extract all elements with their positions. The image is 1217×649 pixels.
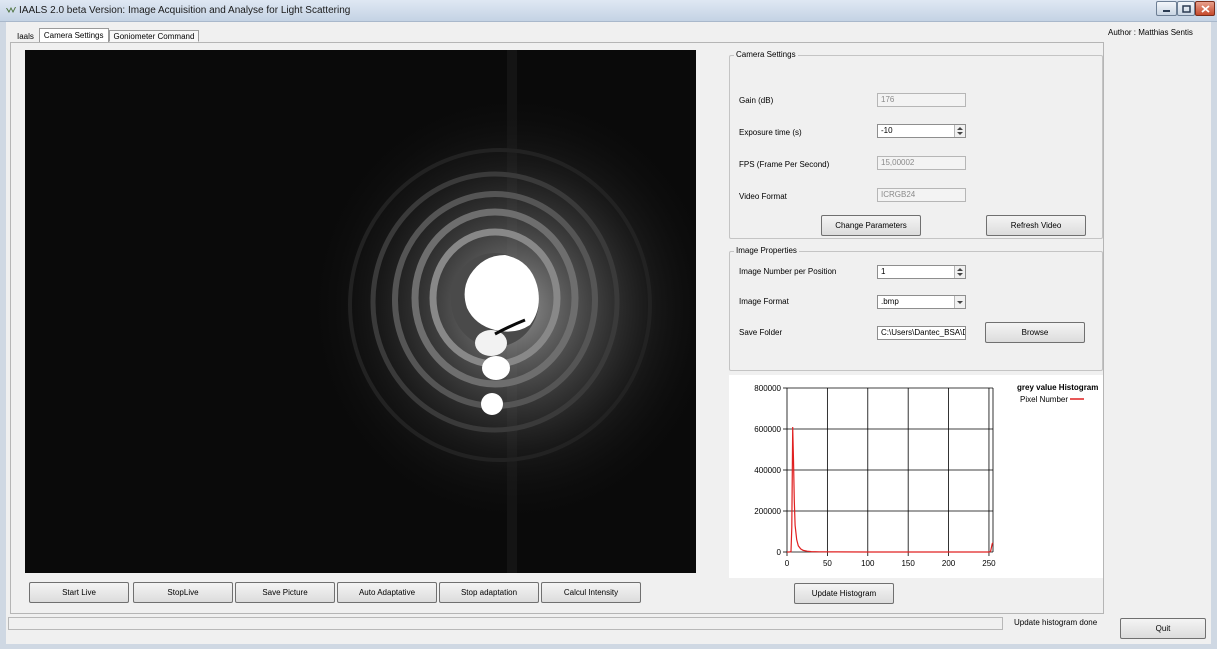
x-tick-label: 200	[942, 559, 956, 568]
status-bar: Update histogram done	[6, 615, 1106, 632]
main-window: Iaals Camera Settings Goniometer Command…	[6, 22, 1211, 644]
x-tick-label: 150	[901, 559, 915, 568]
exposure-time-label: Exposure time (s)	[739, 128, 802, 137]
auto-adaptative-button[interactable]: Auto Adaptative	[337, 582, 437, 603]
image-format-value: .bmp	[881, 297, 899, 306]
image-number-spin-buttons[interactable]	[954, 266, 965, 278]
image-format-select[interactable]: .bmp	[877, 295, 966, 309]
change-parameters-button[interactable]: Change Parameters	[821, 215, 921, 236]
gain-label: Gain (dB)	[739, 96, 774, 105]
video-format-field: ICRGB24	[877, 188, 966, 202]
close-icon	[1200, 4, 1210, 13]
stop-live-button[interactable]: StopLive	[133, 582, 233, 603]
chevron-down-icon[interactable]	[954, 296, 965, 308]
refresh-video-button[interactable]: Refresh Video	[986, 215, 1086, 236]
app-icon	[6, 7, 16, 13]
browse-button[interactable]: Browse	[985, 322, 1085, 343]
image-number-value: 1	[881, 267, 886, 276]
progress-bar	[8, 617, 1003, 630]
camera-settings-group: Camera Settings Gain (dB) 176 Exposure t…	[729, 50, 1103, 239]
exposure-time-value: -10	[881, 126, 893, 135]
save-folder-field[interactable]: C:\Users\Dantec_BSA\Des	[877, 326, 966, 340]
chart-ticks: 0 50 100 150 200 250 0 200000 400000 600000 800000	[754, 384, 996, 568]
minimize-icon	[1163, 9, 1170, 12]
quit-button[interactable]: Quit	[1120, 618, 1206, 639]
chart-grid	[786, 387, 994, 553]
x-tick-label: 50	[823, 559, 832, 568]
y-tick-label: 0	[777, 548, 782, 557]
image-properties-title: Image Properties	[734, 246, 799, 255]
y-tick-label: 800000	[754, 384, 781, 393]
y-tick-label: 400000	[754, 466, 781, 475]
live-video-view	[25, 50, 696, 573]
save-picture-button[interactable]: Save Picture	[235, 582, 335, 603]
exposure-spin-buttons[interactable]	[954, 125, 965, 137]
stop-adaptation-button[interactable]: Stop adaptation	[439, 582, 539, 603]
status-text: Update histogram done	[1014, 618, 1098, 627]
chart-series	[787, 426, 994, 553]
camera-settings-page: Start Live StopLive Save Picture Auto Ad…	[10, 42, 1104, 614]
image-number-stepper[interactable]: 1	[877, 265, 966, 279]
maximize-button[interactable]	[1177, 1, 1195, 16]
fps-label: FPS (Frame Per Second)	[739, 160, 830, 169]
tab-iaals[interactable]: Iaals	[12, 30, 39, 42]
histogram-chart: 0 50 100 150 200 250 0 200000 400000 600000 800000…	[754, 383, 1098, 568]
author-label: Author : Matthias Sentis	[1108, 28, 1193, 37]
legend-label: Pixel Number	[1020, 395, 1068, 404]
camera-settings-title: Camera Settings	[734, 50, 798, 59]
pixel-number-series-line	[787, 426, 994, 553]
update-histogram-button[interactable]: Update Histogram	[794, 583, 894, 604]
y-tick-label: 600000	[754, 425, 781, 434]
x-tick-label: 0	[785, 559, 790, 568]
fps-field: 15,00002	[877, 156, 966, 170]
grey-value-histogram: 0 50 100 150 200 250 0 200000 400000 600000 800000…	[729, 375, 1103, 578]
calcul-intensity-button[interactable]: Calcul Intensity	[541, 582, 641, 603]
image-properties-group: Image Properties Image Number per Positi…	[729, 246, 1103, 371]
chart-title: grey value Histogram	[1017, 383, 1098, 392]
video-format-label: Video Format	[739, 192, 787, 201]
y-tick-label: 200000	[754, 507, 781, 516]
image-format-label: Image Format	[739, 297, 789, 306]
save-folder-label: Save Folder	[739, 328, 783, 337]
window-titlebar: IAALS 2.0 beta Version: Image Acquisitio…	[0, 0, 1217, 22]
x-tick-label: 250	[982, 559, 996, 568]
close-window-button[interactable]	[1195, 1, 1215, 16]
tab-strip: Iaals Camera Settings Goniometer Command	[12, 28, 200, 42]
window-title: IAALS 2.0 beta Version: Image Acquisitio…	[19, 5, 351, 16]
maximize-icon	[1181, 4, 1191, 13]
diffraction-pattern-image	[25, 50, 696, 573]
exposure-time-stepper[interactable]: -10	[877, 124, 966, 138]
tab-goniometer-command[interactable]: Goniometer Command	[108, 30, 200, 42]
minimize-button[interactable]	[1156, 1, 1177, 16]
tab-camera-settings[interactable]: Camera Settings	[38, 28, 109, 42]
x-tick-label: 100	[861, 559, 875, 568]
gain-field: 176	[877, 93, 966, 107]
image-number-label: Image Number per Position	[739, 267, 837, 276]
start-live-button[interactable]: Start Live	[29, 582, 129, 603]
